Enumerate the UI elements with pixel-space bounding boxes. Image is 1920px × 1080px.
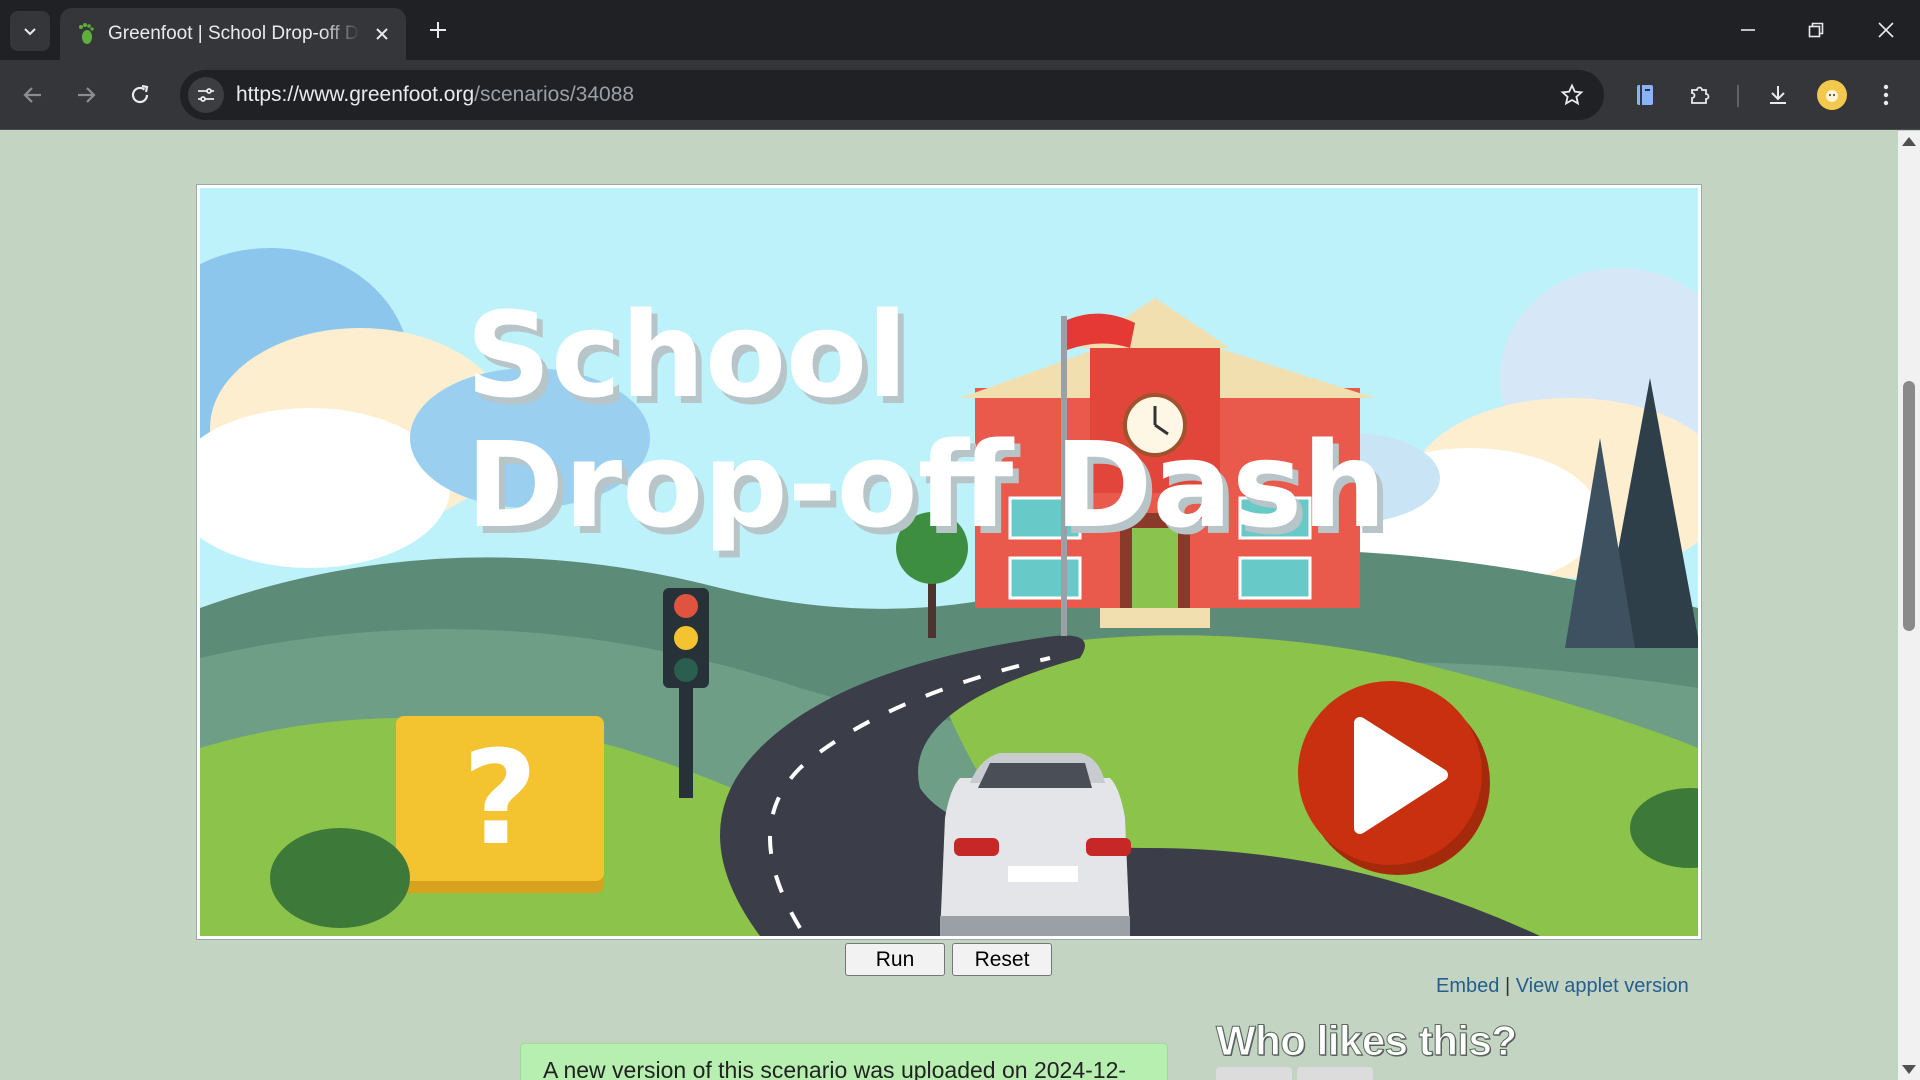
restore-button[interactable]	[1792, 10, 1840, 50]
help-question-mark: ?	[462, 722, 537, 874]
player-car	[940, 753, 1131, 936]
greenfoot-footprint-icon	[79, 23, 94, 44]
who-likes-heading: Who likes this?	[1216, 1017, 1518, 1065]
liker-avatar[interactable]	[1297, 1067, 1373, 1080]
scroll-up-arrow-icon[interactable]	[1902, 137, 1916, 146]
browser-toolbar: https://www.greenfoot.org/scenarios/3408…	[0, 60, 1920, 130]
reset-button[interactable]: Reset	[952, 943, 1052, 976]
profile-button[interactable]	[1817, 80, 1847, 110]
help-button[interactable]: ?	[396, 716, 604, 893]
active-tab[interactable]: Greenfoot | School Drop-off Dash	[60, 8, 406, 60]
address-bar[interactable]: https://www.greenfoot.org/scenarios/3408…	[180, 70, 1604, 120]
close-window-icon	[1878, 22, 1894, 38]
scroll-thumb[interactable]	[1903, 381, 1915, 631]
view-applet-link[interactable]: View applet version	[1516, 975, 1689, 997]
reload-button[interactable]	[120, 75, 160, 115]
menu-icon	[1883, 84, 1889, 106]
plus-icon	[430, 22, 446, 38]
tab-list-icon	[24, 28, 36, 36]
title-line2: Drop-off Dash	[466, 416, 1386, 554]
menu-button[interactable]	[1866, 75, 1906, 115]
back-button[interactable]	[13, 75, 53, 115]
bookmark-button[interactable]	[1558, 81, 1586, 109]
star-icon	[1560, 83, 1584, 106]
game-canvas[interactable]: School School Drop-off Dash Drop-off Das…	[197, 185, 1701, 939]
extensions-button[interactable]	[1680, 75, 1720, 115]
browser-tab-bar: Greenfoot | School Drop-off Dash	[0, 0, 1920, 60]
download-icon	[1770, 86, 1786, 104]
tab-list-button[interactable]	[10, 11, 50, 51]
run-button[interactable]: Run	[845, 943, 945, 976]
back-icon	[23, 87, 41, 103]
page-viewport: School School Drop-off Dash Drop-off Das…	[0, 131, 1898, 1080]
tab-title: Greenfoot | School Drop-off Dash	[108, 23, 360, 44]
close-icon	[376, 28, 388, 40]
site-info-button[interactable]	[188, 77, 224, 113]
new-version-notice: A new version of this scenario was uploa…	[520, 1043, 1168, 1080]
scroll-down-arrow-icon[interactable]	[1902, 1065, 1916, 1074]
url-host: https://www.greenfoot.org	[236, 83, 475, 106]
url-path: /scenarios/34088	[474, 83, 635, 106]
new-tab-button[interactable]	[418, 12, 458, 48]
forward-button[interactable]	[66, 75, 106, 115]
links-separator: |	[1504, 975, 1511, 997]
tab-close-button[interactable]	[368, 20, 396, 48]
liker-avatar[interactable]	[1216, 1067, 1292, 1080]
downloads-button[interactable]	[1758, 75, 1798, 115]
embed-link[interactable]: Embed	[1436, 975, 1499, 997]
reload-icon	[131, 84, 149, 104]
minimize-button[interactable]	[1724, 10, 1772, 50]
forward-icon	[78, 87, 96, 103]
restore-icon	[1808, 22, 1824, 38]
game-scene: School School Drop-off Dash Drop-off Das…	[200, 188, 1698, 936]
minimize-icon	[1741, 29, 1755, 31]
scenario-links: Embed | View applet version	[1436, 975, 1689, 998]
reading-list-icon	[1637, 85, 1653, 105]
site-info-icon	[198, 88, 214, 102]
extensions-icon	[1691, 86, 1710, 104]
page-scrollbar[interactable]	[1898, 131, 1920, 1080]
close-window-button[interactable]	[1862, 10, 1910, 50]
profile-icon	[1826, 90, 1838, 102]
url-text: https://www.greenfoot.org/scenarios/3408…	[236, 83, 634, 107]
title-line1: School	[466, 286, 908, 424]
reading-list-button[interactable]	[1625, 75, 1665, 115]
toolbar-separator	[1737, 85, 1739, 107]
